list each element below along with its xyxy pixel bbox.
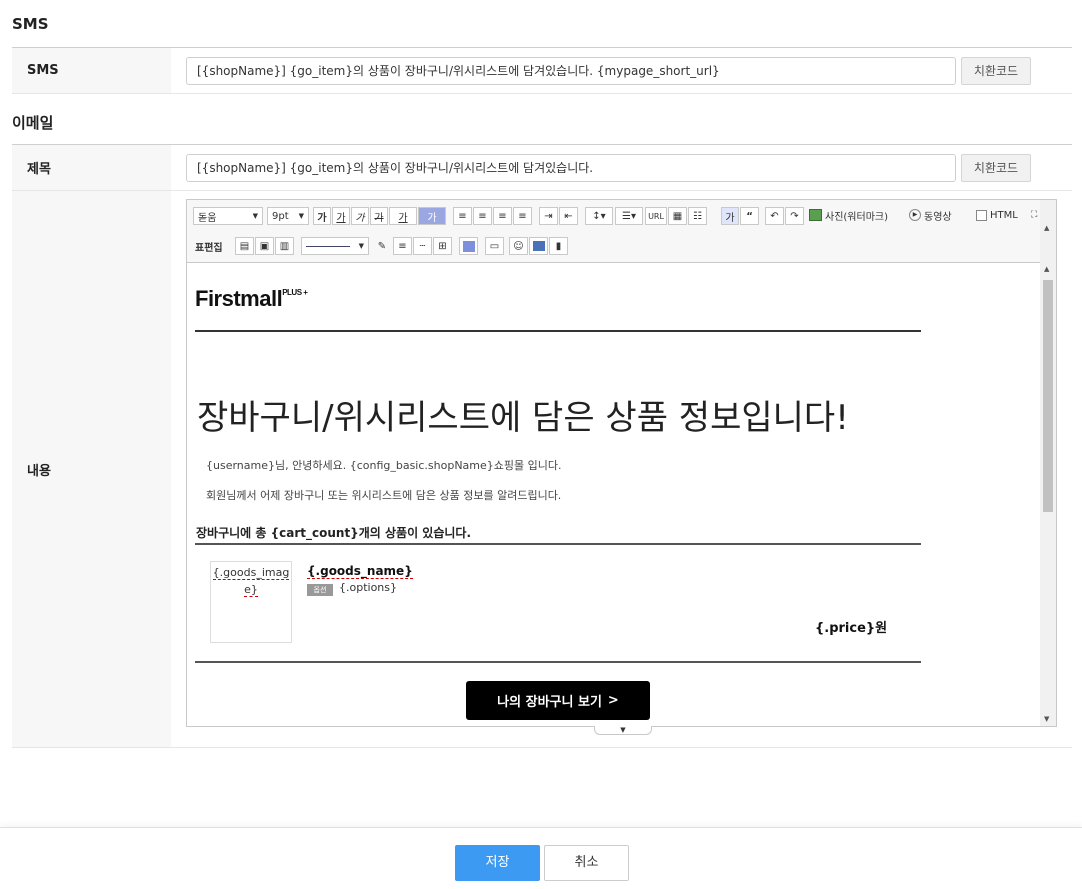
editor-toolbar: 돋움 ▼ 9pt ▼ 가 가 가 가 가 가 ≡ ≡ ≡ ≡ ⇥ ⇤ ↕▾ ☰▾… [187, 200, 1056, 263]
logo-text: Firstmall [195, 286, 283, 311]
border-style-select[interactable]: ▼ [301, 237, 369, 255]
editor-content[interactable]: FirstmallPLUS + 장바구니/위시리스트에 담은 상품 정보입니다!… [187, 262, 1040, 726]
emoticon-icon[interactable]: ☺ [509, 237, 528, 255]
photo-watermark-label: 사진(워터마크) [825, 211, 889, 223]
url-button[interactable]: URL [645, 207, 667, 225]
email-subject-input[interactable]: [{shopName}] {go_item}의 상품이 장바구니/위시리스트에 … [186, 154, 956, 182]
editor-scrollbar[interactable]: ▲ ▼ [1040, 262, 1056, 726]
image-icon [809, 209, 822, 221]
italic-button[interactable]: 가 [351, 207, 369, 225]
goods-image-token: {.goods_imag [212, 566, 290, 580]
sms-label: SMS [12, 48, 171, 93]
outdent-icon[interactable]: ⇤ [559, 207, 578, 225]
color-swatch-icon [462, 240, 475, 252]
subject-label: 제목 [12, 145, 171, 190]
font-family-select[interactable]: 돋움 ▼ [193, 207, 263, 225]
indent-icon[interactable]: ⇥ [539, 207, 558, 225]
sms-section-title: SMS [12, 15, 49, 33]
bg-color-button[interactable]: 가 [418, 207, 446, 225]
table-icon[interactable]: ▦ [668, 207, 687, 225]
korean-tool-button[interactable]: 가 [721, 207, 739, 225]
view-cart-label: 나의 장바구니 보기 [497, 695, 602, 710]
footer-bar: 저장 취소 [0, 827, 1082, 889]
goods-image-placeholder: {.goods_imag e} [210, 561, 292, 643]
scroll-down-icon[interactable]: ▼ [1044, 715, 1049, 723]
scroll-up-icon[interactable]: ▲ [1044, 224, 1049, 232]
cart-count-title: 장바구니에 총 {cart_count}개의 상품이 있습니다. [196, 526, 472, 540]
firstmall-logo: FirstmallPLUS + [195, 286, 308, 312]
table-cell-icon[interactable]: ▤ [235, 237, 254, 255]
underline-button[interactable]: 가 [332, 207, 350, 225]
view-cart-button[interactable]: 나의 장바구니 보기 > [466, 681, 650, 720]
rich-text-editor: 돋움 ▼ 9pt ▼ 가 가 가 가 가 가 ≡ ≡ ≡ ≡ ⇥ ⇤ ↕▾ ☰▾… [186, 199, 1057, 727]
goods-price: {.price}원 [815, 621, 888, 636]
table-insert-icon[interactable]: ▣ [255, 237, 274, 255]
align-center-icon[interactable]: ≡ [473, 207, 492, 225]
goods-options: {.options} [339, 581, 398, 594]
pen-icon[interactable]: ✎ [373, 237, 391, 255]
video-label: 동영상 [924, 211, 952, 223]
line-height-icon[interactable]: ↕▾ [585, 207, 613, 225]
background-image-icon[interactable] [529, 237, 548, 255]
font-size-value: 9pt [272, 210, 289, 222]
horizontal-rule-icon[interactable]: ☷ [688, 207, 707, 225]
align-right-icon[interactable]: ≡ [493, 207, 512, 225]
option-badge: 옵션 [307, 584, 333, 596]
strikethrough-button[interactable]: 가 [370, 207, 388, 225]
border-width-icon[interactable]: ≡ [393, 237, 412, 255]
cell-color-icon[interactable] [459, 237, 478, 255]
play-icon: ▶ [909, 209, 921, 221]
photo-watermark-button[interactable]: 사진(워터마크) [809, 206, 888, 224]
fullscreen-icon[interactable]: ⛶ [1031, 206, 1037, 224]
logo-plus: PLUS + [282, 288, 308, 297]
sms-message-input[interactable]: [{shopName}] {go_item}의 상품이 장바구니/위시리스트에 … [186, 57, 956, 85]
chevron-down-icon: ▼ [252, 212, 258, 220]
font-size-select[interactable]: 9pt ▼ [267, 207, 309, 225]
goods-image-token-cont: e} [244, 583, 258, 597]
chevron-right-icon: > [607, 693, 619, 708]
grid-icon[interactable]: ⊞ [433, 237, 452, 255]
list-icon[interactable]: ☰▾ [615, 207, 643, 225]
table-edit-label: 표편집 [195, 242, 223, 254]
font-family-value: 돋움 [198, 212, 217, 224]
cancel-button[interactable]: 취소 [544, 845, 629, 881]
html-label: HTML [990, 209, 1018, 221]
gradient-swatch-icon [532, 241, 545, 251]
email-section-title: 이메일 [12, 114, 54, 132]
content-label: 내용 [12, 191, 171, 747]
save-draft-icon[interactable]: ▮ [549, 237, 568, 255]
greeting-text: {username}님, 안녕하세요. {config_basic.shopNa… [206, 459, 562, 472]
quote-icon[interactable]: “ [740, 207, 759, 225]
line-style-icon [306, 245, 350, 247]
email-headline: 장바구니/위시리스트에 담은 상품 정보입니다! [197, 398, 849, 438]
html-mode-toggle[interactable]: HTML [976, 206, 1018, 224]
divider [195, 543, 921, 545]
editor-resize-bar: ▼ [186, 726, 1057, 735]
notice-text: 회원님께서 어제 장바구니 또는 위시리스트에 담은 상품 정보를 알려드립니다… [206, 489, 562, 502]
divider [195, 661, 921, 663]
checkbox-icon [976, 209, 987, 221]
scrollbar-thumb[interactable] [1043, 280, 1053, 512]
email-replace-code-button[interactable]: 치환코드 [961, 154, 1031, 182]
bold-button[interactable]: 가 [313, 207, 331, 225]
align-left-icon[interactable]: ≡ [453, 207, 472, 225]
chevron-down-icon: ▼ [358, 242, 364, 250]
scroll-up-icon[interactable]: ▲ [1044, 265, 1049, 273]
chevron-down-icon: ▼ [298, 212, 304, 220]
save-button[interactable]: 저장 [455, 845, 540, 881]
divider [195, 330, 921, 332]
toolbar-scrollbar[interactable]: ▲ [1040, 200, 1056, 262]
resize-handle-icon[interactable]: ▼ [594, 726, 652, 735]
border-dash-icon[interactable]: ┄ [413, 237, 432, 255]
sms-replace-code-button[interactable]: 치환코드 [961, 57, 1031, 85]
goods-name: {.goods_name} [307, 564, 413, 579]
font-color-button[interactable]: 가 [389, 207, 417, 225]
undo-icon[interactable]: ↶ [765, 207, 784, 225]
redo-icon[interactable]: ↷ [785, 207, 804, 225]
video-button[interactable]: ▶ 동영상 [909, 206, 952, 224]
align-justify-icon[interactable]: ≡ [513, 207, 532, 225]
table-merge-icon[interactable]: ▥ [275, 237, 294, 255]
table-template-icon[interactable]: ▭ [485, 237, 504, 255]
